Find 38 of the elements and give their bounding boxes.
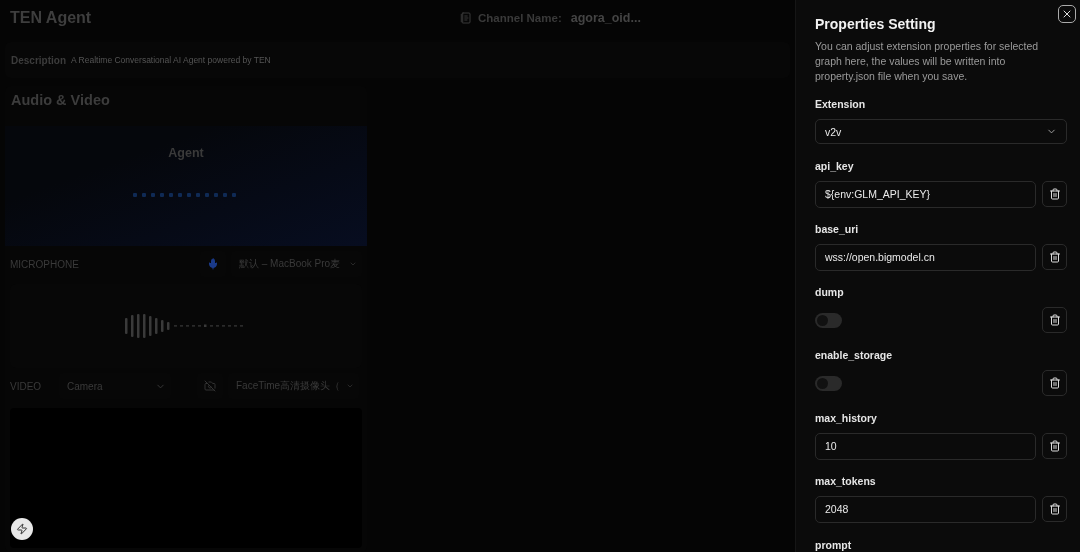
channel-name: agora_oid...	[570, 11, 641, 25]
chevron-down-icon	[349, 260, 357, 268]
app-title: TEN Agent	[10, 9, 93, 27]
trash-icon	[1048, 440, 1061, 453]
delete-button[interactable]	[1042, 433, 1067, 460]
delete-button[interactable]	[1042, 307, 1067, 334]
camera-off-icon	[204, 380, 216, 392]
delete-button[interactable]	[1042, 181, 1067, 208]
property-field[interactable]: 2048	[815, 495, 1036, 523]
trash-icon	[1048, 503, 1061, 516]
delete-button[interactable]	[1042, 496, 1067, 523]
extension-select[interactable]: v2v	[815, 119, 1067, 145]
property-label: enable_storage	[815, 349, 894, 363]
property-label: max_history	[815, 412, 878, 426]
drawer-title: Properties Setting	[815, 16, 937, 32]
trash-icon	[1048, 377, 1061, 390]
description-text: A Realtime Conversational AI Agent powered by TEN	[71, 55, 271, 65]
trash-icon	[1048, 188, 1061, 201]
delete-button[interactable]	[1042, 370, 1067, 397]
property-label: base_uri	[815, 223, 860, 237]
property-switch[interactable]	[815, 375, 842, 391]
property-label: prompt	[815, 539, 853, 552]
property-field[interactable]: 10	[815, 432, 1036, 460]
trash-icon	[1048, 314, 1061, 327]
drawer-description: You can adjust extension properties for selected graph here, the values will be written into property.json file when you save.	[815, 39, 1040, 84]
property-label: dump	[815, 286, 845, 300]
property-field[interactable]: ${env:GLM_API_KEY}	[815, 180, 1036, 208]
property-field[interactable]: wss://open.bigmodel.cn	[815, 243, 1036, 271]
trash-icon	[1048, 251, 1061, 264]
property-label: api_key	[815, 160, 855, 174]
close-button[interactable]	[1058, 5, 1076, 23]
chevron-down-icon	[346, 382, 354, 390]
document-icon	[460, 12, 472, 24]
delete-button[interactable]	[1042, 244, 1067, 271]
close-icon	[1061, 8, 1073, 20]
property-label: max_tokens	[815, 475, 877, 489]
property-switch[interactable]	[815, 312, 842, 328]
extension-label: Extension	[815, 98, 867, 111]
